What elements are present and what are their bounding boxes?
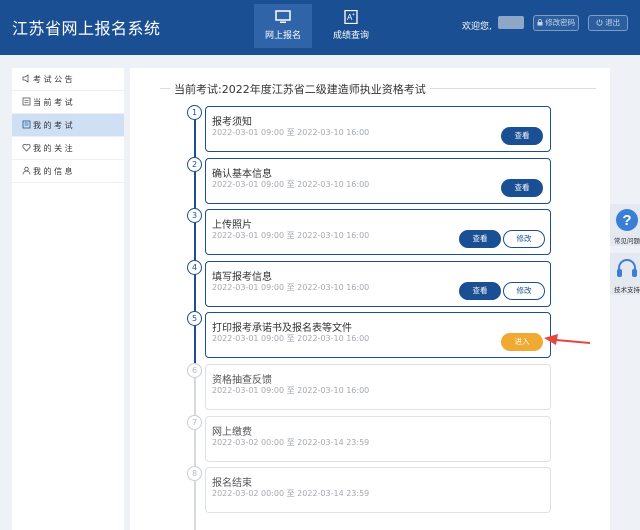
my-exam-icon xyxy=(22,120,31,129)
step-title: 打印报考承诺书及报名表等文件 xyxy=(212,323,352,334)
faq-float-button[interactable]: ? 常见问题 xyxy=(610,204,640,246)
step-number: 2 xyxy=(187,157,202,172)
user-icon xyxy=(22,166,31,175)
step-title: 填写报考信息 xyxy=(212,272,272,283)
change-password-button[interactable]: 修改密码 xyxy=(533,15,579,31)
tab-online-registration[interactable]: 网上报名 xyxy=(254,4,312,48)
svg-text:?: ? xyxy=(622,212,631,229)
current-exam-icon xyxy=(22,97,31,106)
timeline-remaining xyxy=(194,368,196,530)
support-label: 技术支持 xyxy=(614,286,640,294)
step-number: 8 xyxy=(187,466,202,481)
sidebar-item-my-exams[interactable]: 我 的 考 试 xyxy=(12,114,124,137)
step-card: 打印报考承诺书及报名表等文件 2022-03-01 09:00 至 2022-0… xyxy=(205,312,551,358)
edit-button[interactable]: 修改 xyxy=(503,230,545,248)
main-panel: 当前考试:2022年度江苏省二级建造师执业资格考试 1 报考须知 2022-03… xyxy=(130,68,610,530)
tab-score-query[interactable]: A + 成绩查询 xyxy=(322,4,380,48)
step-number: 1 xyxy=(187,105,202,120)
svg-text:+: + xyxy=(352,12,355,18)
step-card: 报考须知 2022-03-01 09:00 至 2022-03-10 16:00… xyxy=(205,106,551,152)
app-title: 江苏省网上报名系统 xyxy=(12,19,161,38)
step-time: 2022-03-01 09:00 至 2022-03-10 16:00 xyxy=(212,180,370,189)
sidebar-item-announcements[interactable]: 考 试 公 告 xyxy=(12,68,124,91)
step-card: 填写报考信息 2022-03-01 09:00 至 2022-03-10 16:… xyxy=(205,261,551,307)
edit-button[interactable]: 修改 xyxy=(503,282,545,300)
power-icon xyxy=(596,19,603,26)
step-number: 4 xyxy=(187,260,202,275)
lock-icon xyxy=(537,19,543,26)
view-button[interactable]: 查看 xyxy=(459,282,501,300)
tab-label: 网上报名 xyxy=(264,31,301,41)
step-time: 2022-03-02 00:00 至 2022-03-14 23:59 xyxy=(212,438,370,447)
step-time: 2022-03-01 09:00 至 2022-03-10 16:00 xyxy=(212,283,370,292)
heart-icon xyxy=(22,143,31,152)
announcement-icon xyxy=(22,74,29,83)
top-header: 江苏省网上报名系统 网上报名 A + 成绩查询 欢迎您, 修改密码 退出 xyxy=(0,0,640,55)
step-card: 资格抽查反馈 2022-03-01 09:00 至 2022-03-10 16:… xyxy=(205,364,551,410)
step-time: 2022-03-02 00:00 至 2022-03-14 23:59 xyxy=(212,489,370,498)
enter-button[interactable]: 进入 xyxy=(501,333,543,351)
view-button[interactable]: 查看 xyxy=(501,179,543,197)
red-arrow-annotation xyxy=(544,334,590,345)
step-number: 7 xyxy=(187,415,202,430)
sidebar-item-current-exam[interactable]: 当 前 考 试 xyxy=(12,91,124,114)
support-float-button[interactable]: 技术支持 xyxy=(610,253,640,295)
welcome-text: 欢迎您, xyxy=(462,22,492,32)
grade-doc-icon: A + xyxy=(344,10,358,24)
question-icon: ? xyxy=(616,209,638,231)
step-title: 确认基本信息 xyxy=(212,169,272,180)
step-time: 2022-03-01 09:00 至 2022-03-10 16:00 xyxy=(212,334,370,343)
step-number: 6 xyxy=(187,363,202,378)
step-title: 报名结束 xyxy=(212,478,252,489)
headset-icon xyxy=(617,259,637,277)
step-title: 资格抽查反馈 xyxy=(212,375,272,386)
view-button[interactable]: 查看 xyxy=(501,127,543,145)
step-time: 2022-03-01 09:00 至 2022-03-10 16:00 xyxy=(212,128,370,137)
logout-button[interactable]: 退出 xyxy=(588,15,628,31)
sidebar-item-my-follows[interactable]: 我 的 关 注 xyxy=(12,137,124,160)
tab-label: 成绩查询 xyxy=(332,31,369,41)
username-masked xyxy=(498,16,524,29)
step-number: 3 xyxy=(187,208,202,223)
step-time: 2022-03-01 09:00 至 2022-03-10 16:00 xyxy=(212,386,370,395)
step-title: 上传照片 xyxy=(212,220,252,231)
timeline-progress xyxy=(194,112,196,368)
monitor-icon xyxy=(275,10,291,23)
view-button[interactable]: 查看 xyxy=(459,230,501,248)
sidebar-item-my-info[interactable]: 我 的 信 息 xyxy=(12,160,124,183)
step-card: 报名结束 2022-03-02 00:00 至 2022-03-14 23:59 xyxy=(205,467,551,513)
step-card: 确认基本信息 2022-03-01 09:00 至 2022-03-10 16:… xyxy=(205,158,551,204)
step-number: 5 xyxy=(187,311,202,326)
step-card: 网上缴费 2022-03-02 00:00 至 2022-03-14 23:59 xyxy=(205,416,551,462)
faq-label: 常见问题 xyxy=(614,237,640,245)
step-title: 报考须知 xyxy=(212,117,252,128)
exam-title: 当前考试:2022年度江苏省二级建造师执业资格考试 xyxy=(170,81,430,97)
sidebar: 考 试 公 告 当 前 考 试 我 的 考 试 我 的 关 注 我 的 信 息 xyxy=(12,68,124,530)
step-card: 上传照片 2022-03-01 09:00 至 2022-03-10 16:00… xyxy=(205,209,551,255)
step-title: 网上缴费 xyxy=(212,427,252,438)
step-time: 2022-03-01 09:00 至 2022-03-10 16:00 xyxy=(212,231,370,240)
